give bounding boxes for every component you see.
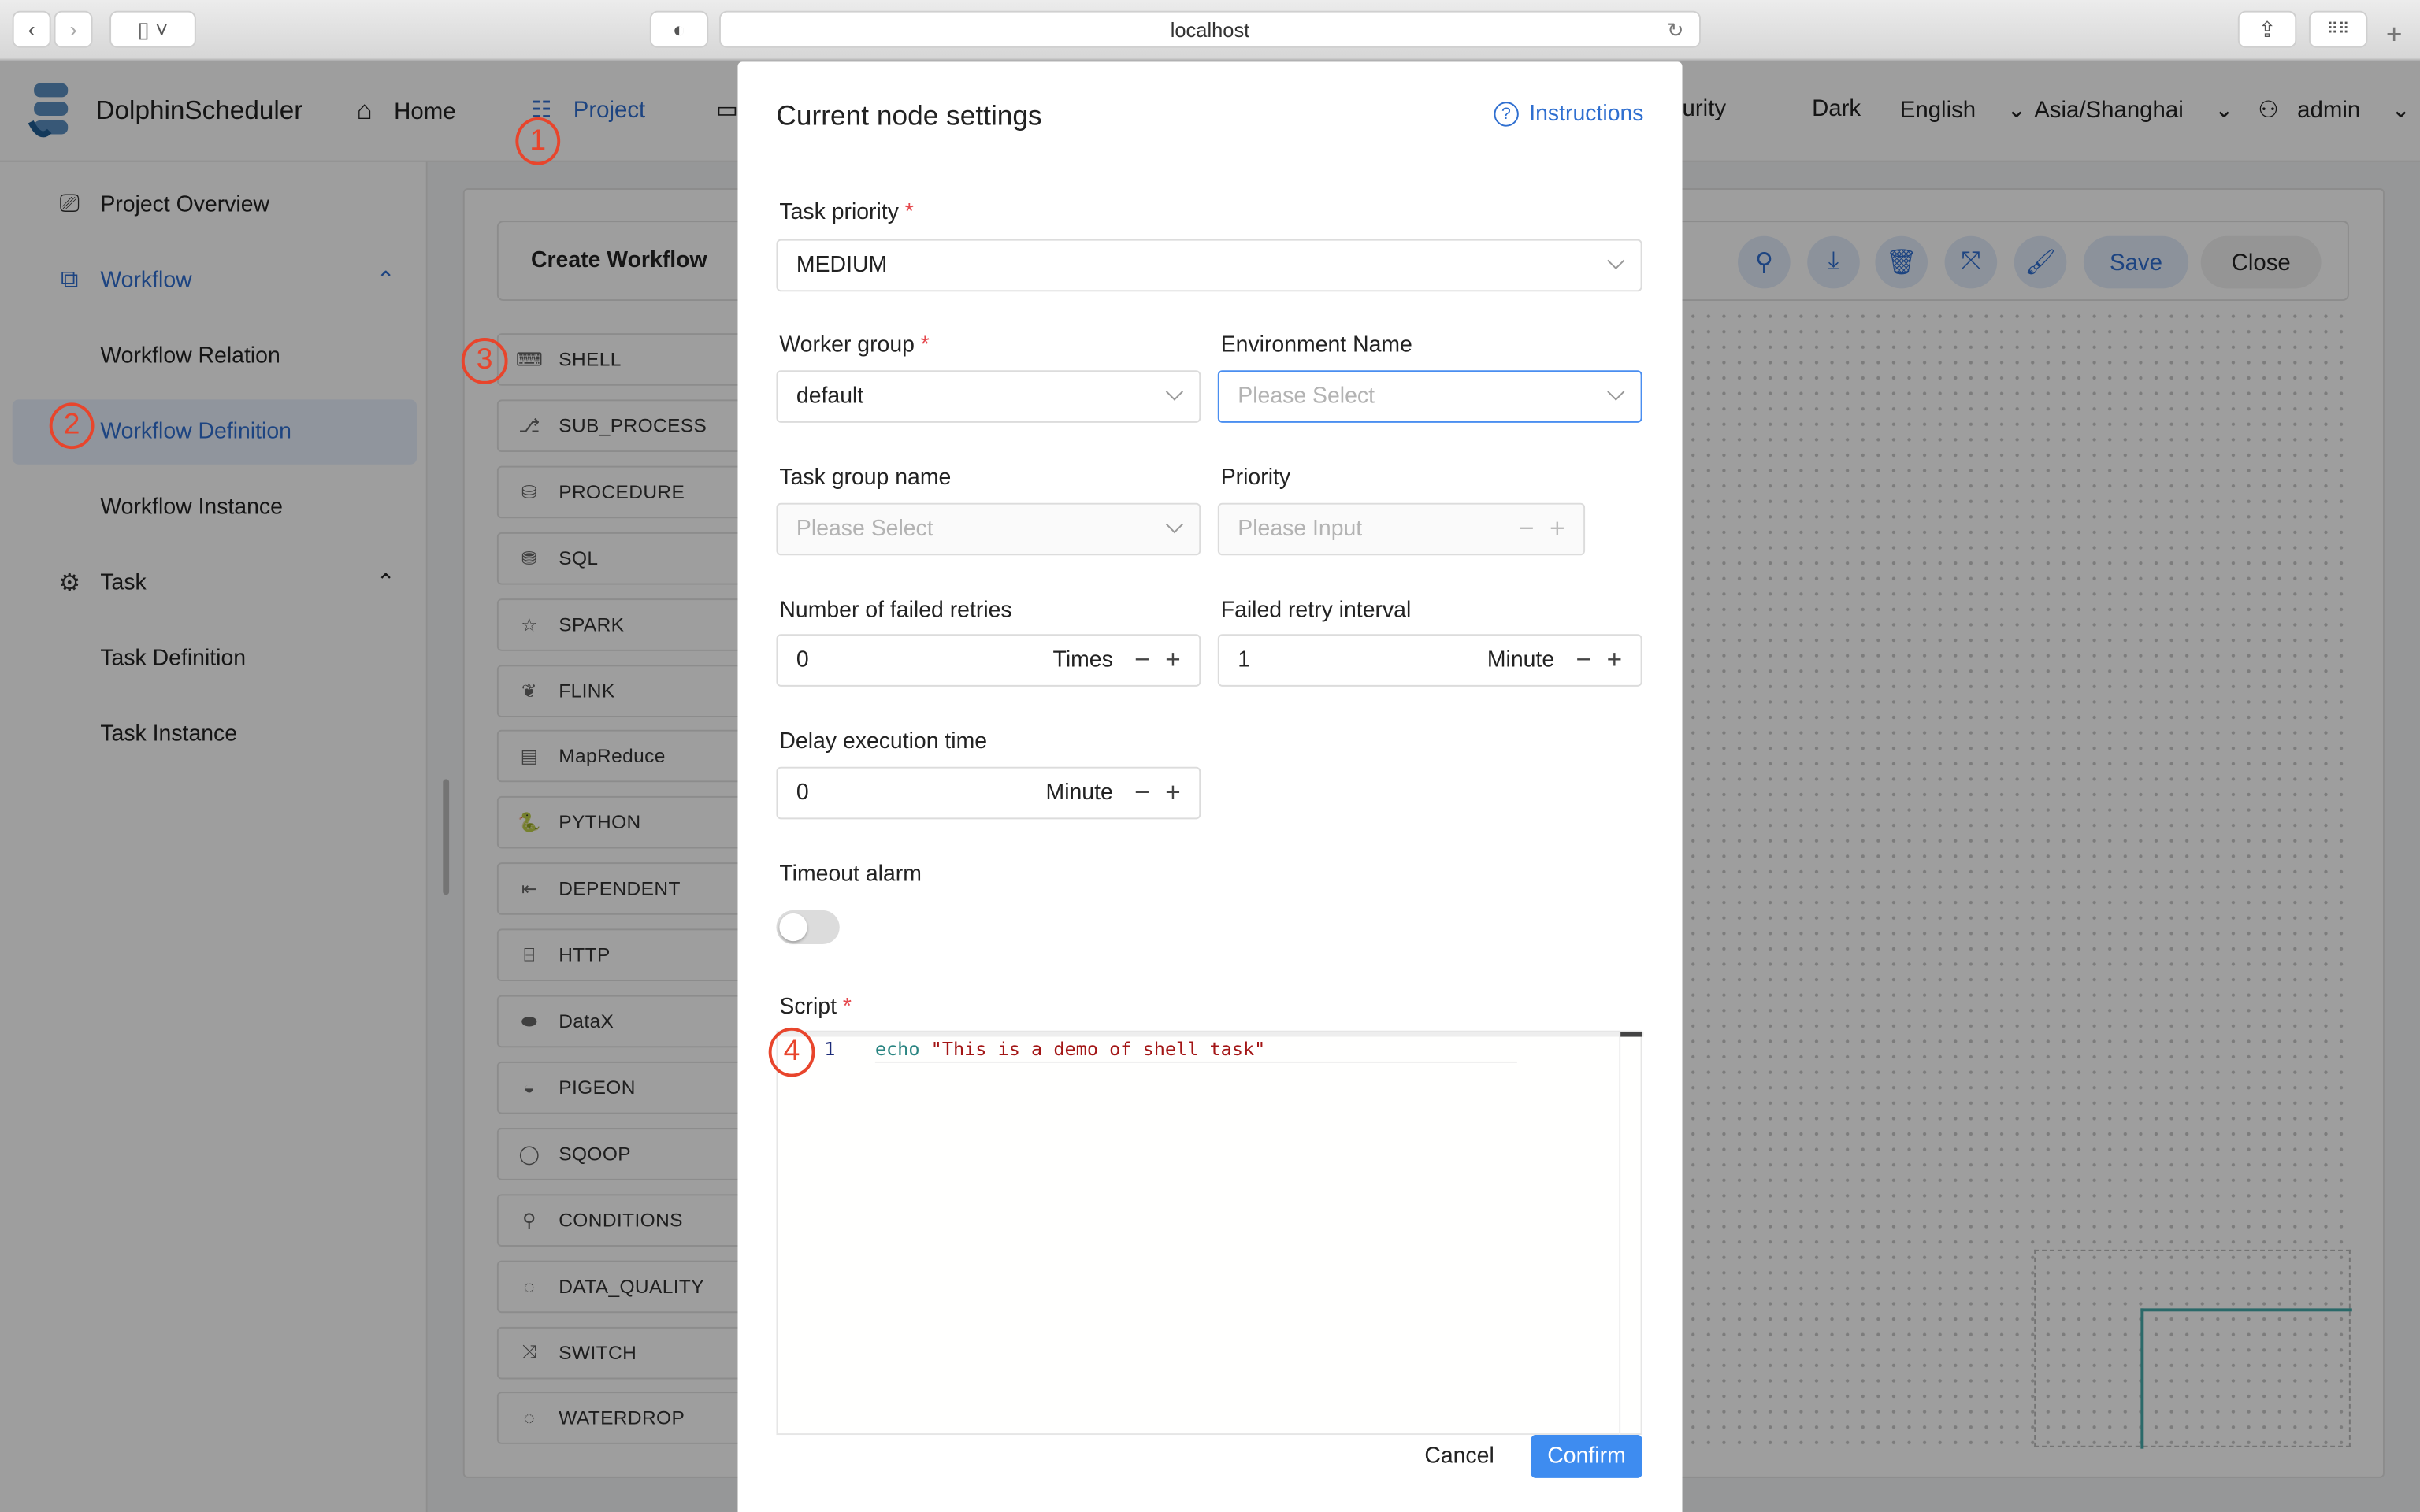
timeout-toggle[interactable] — [776, 910, 840, 945]
retries-label: Number of failed retries — [779, 598, 1012, 624]
chevron-down-icon — [1165, 516, 1184, 534]
delay-label: Delay execution time — [779, 729, 988, 755]
plus-icon[interactable]: + — [1165, 645, 1180, 676]
chevron-down-icon — [1607, 383, 1625, 401]
minus-icon[interactable]: − — [1134, 645, 1149, 676]
delay-unit: Minute — [1045, 780, 1113, 806]
instructions-link[interactable]: ? Instructions — [1494, 102, 1644, 127]
retries-unit: Times — [1052, 647, 1113, 673]
minus-icon[interactable]: − — [1576, 645, 1591, 676]
line-number: 1 — [824, 1038, 836, 1060]
url-text: localhost — [1170, 18, 1250, 42]
retry-interval-unit: Minute — [1487, 647, 1555, 673]
timeout-label: Timeout alarm — [779, 862, 922, 888]
back-button[interactable]: ‹ — [12, 10, 51, 48]
priority-label: Priority — [1220, 465, 1291, 491]
sidebar-toggle-icon[interactable]: ▯ ˅ — [109, 10, 196, 48]
cancel-button[interactable]: Cancel — [1424, 1444, 1494, 1469]
worker-group-label: Worker group * — [779, 333, 930, 358]
node-settings-modal: Current node settings ? Instructions Task… — [737, 61, 1683, 1512]
task-priority-label: Task priority * — [779, 200, 914, 226]
retries-input[interactable]: 0 Times − + — [776, 634, 1201, 687]
code-string: "This is a demo of shell task" — [930, 1038, 1266, 1060]
environment-label: Environment Name — [1220, 333, 1412, 358]
task-group-label: Task group name — [779, 465, 952, 491]
chevron-down-icon — [1607, 252, 1625, 270]
address-bar[interactable]: localhost ↻ — [718, 10, 1702, 50]
plus-icon[interactable]: + — [1165, 777, 1180, 808]
task-priority-select[interactable]: MEDIUM — [776, 239, 1642, 292]
script-editor[interactable]: 1 echo "This is a demo of shell task" — [776, 1030, 1644, 1436]
browser-toolbar: ‹ › ▯ ˅ ◐ localhost ↻ ⇪ ⠿⠿ + — [0, 0, 2420, 61]
shield-icon[interactable]: ◐ — [649, 10, 709, 48]
reload-icon[interactable]: ↻ — [1667, 13, 1683, 50]
priority-input[interactable]: Please Input − + — [1217, 502, 1586, 556]
annotation-marker-1: 1 — [515, 117, 561, 165]
worker-group-select[interactable]: default — [776, 370, 1201, 423]
confirm-label: Confirm — [1547, 1443, 1626, 1469]
task-group-select[interactable]: Please Select — [776, 502, 1201, 556]
retries-value: 0 — [796, 647, 809, 673]
help-icon: ? — [1494, 102, 1519, 127]
delay-value: 0 — [796, 780, 809, 806]
cancel-label: Cancel — [1424, 1443, 1494, 1469]
environment-placeholder: Please Select — [1238, 384, 1375, 410]
confirm-button[interactable]: Confirm — [1531, 1435, 1642, 1478]
code-keyword: echo — [874, 1038, 920, 1060]
forward-button[interactable]: › — [54, 10, 93, 48]
modal-title: Current node settings — [776, 100, 1042, 132]
new-tab-icon[interactable]: + — [2386, 19, 2403, 51]
tabs-overview-icon[interactable]: ⠿⠿ — [2308, 10, 2368, 48]
instructions-label: Instructions — [1529, 102, 1644, 127]
priority-placeholder: Please Input — [1238, 517, 1363, 542]
retry-interval-label: Failed retry interval — [1220, 598, 1412, 624]
annotation-marker-2: 2 — [49, 402, 95, 450]
code-line: echo "This is a demo of shell task" — [874, 1037, 1517, 1063]
task-priority-value: MEDIUM — [796, 253, 888, 278]
minus-icon[interactable]: − — [1134, 777, 1149, 808]
plus-icon[interactable]: + — [1607, 645, 1622, 676]
share-icon[interactable]: ⇪ — [2237, 10, 2297, 48]
worker-group-value: default — [796, 384, 864, 410]
chevron-down-icon — [1165, 383, 1184, 401]
environment-select[interactable]: Please Select — [1217, 370, 1642, 423]
plus-icon[interactable]: + — [1550, 513, 1564, 544]
annotation-marker-4: 4 — [768, 1027, 815, 1077]
editor-scrollbar[interactable] — [1619, 1032, 1642, 1436]
minus-icon[interactable]: − — [1519, 513, 1534, 544]
task-group-placeholder: Please Select — [796, 517, 933, 542]
toggle-knob — [779, 913, 807, 942]
retry-interval-input[interactable]: 1 Minute − + — [1217, 634, 1642, 687]
annotation-marker-3: 3 — [461, 338, 508, 384]
delay-input[interactable]: 0 Minute − + — [776, 766, 1201, 820]
retry-interval-value: 1 — [1238, 647, 1251, 673]
script-label: Script * — [779, 995, 852, 1021]
